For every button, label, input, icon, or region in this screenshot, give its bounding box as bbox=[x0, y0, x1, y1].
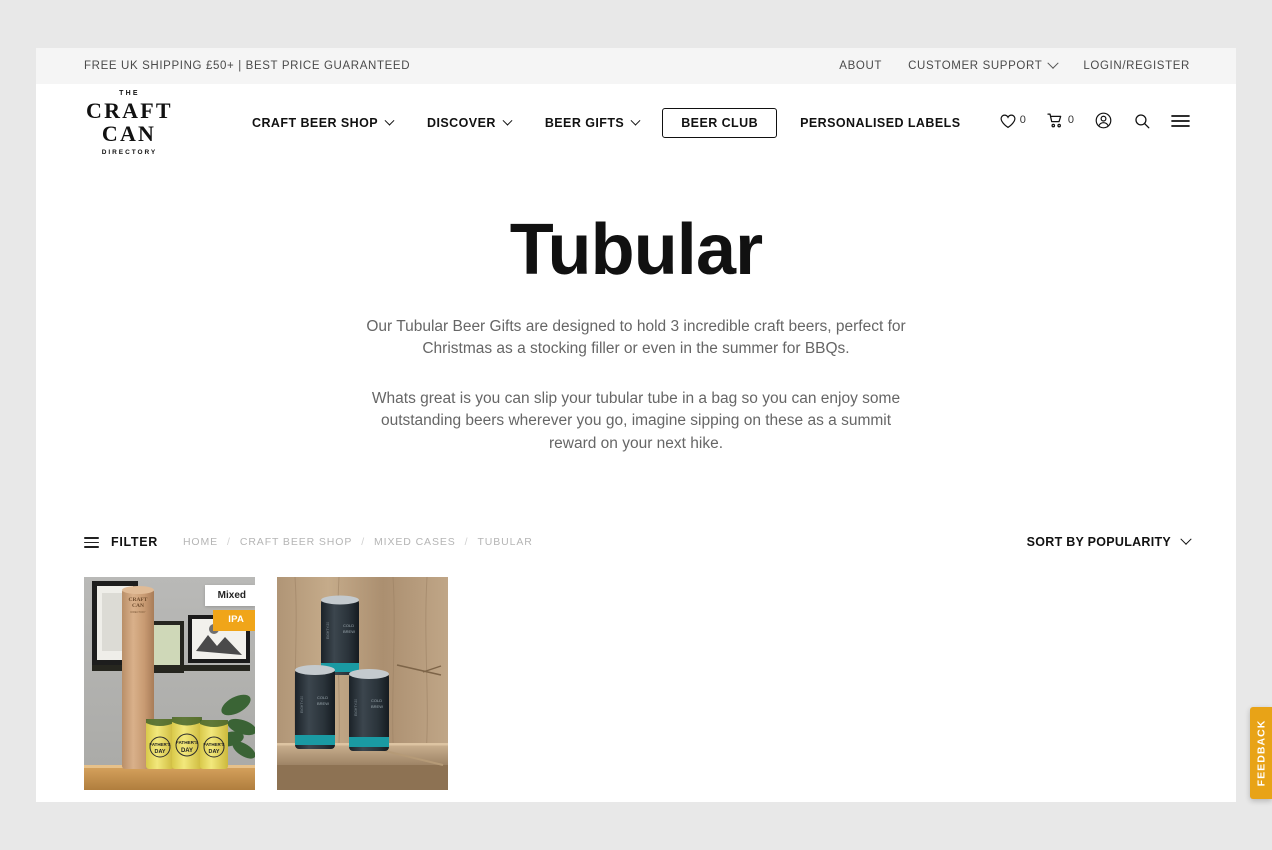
topbar-link-login-register[interactable]: LOGIN/REGISTER bbox=[1083, 60, 1190, 72]
feedback-tab[interactable]: FEEDBACK bbox=[1250, 707, 1272, 799]
svg-text:DIRECTORY: DIRECTORY bbox=[130, 610, 145, 614]
svg-text:DAY: DAY bbox=[181, 748, 193, 754]
svg-text:EIGHTY:20: EIGHTY:20 bbox=[326, 622, 330, 639]
site-header: THE CRAFT CAN DIRECTORY CRAFT BEER SHOP … bbox=[36, 84, 1236, 162]
product-thumbnail[interactable]: CRAFT CAN DIRECTORY FATHER'S DAY FATHER'… bbox=[84, 577, 255, 791]
site-logo[interactable]: THE CRAFT CAN DIRECTORY bbox=[84, 90, 172, 157]
wishlist-count: 0 bbox=[1019, 113, 1026, 126]
svg-text:DAY: DAY bbox=[155, 749, 166, 755]
nav-item-personalised-labels[interactable]: PERSONALISED LABELS bbox=[783, 116, 977, 130]
shop-toolbar: FILTER HOME / CRAFT BEER SHOP / MIXED CA… bbox=[36, 527, 1236, 557]
nav-item-discover-label: DISCOVER bbox=[427, 116, 496, 130]
breadcrumb-separator: / bbox=[227, 536, 231, 549]
svg-text:FATHER'S: FATHER'S bbox=[176, 740, 198, 745]
svg-text:COLD: COLD bbox=[343, 623, 354, 628]
filter-button[interactable]: FILTER bbox=[84, 535, 158, 549]
cart-count: 0 bbox=[1067, 113, 1074, 126]
category-description-1: Our Tubular Beer Gifts are designed to h… bbox=[366, 318, 906, 358]
utility-links: ABOUT CUSTOMER SUPPORT LOGIN/REGISTER bbox=[839, 57, 1190, 72]
breadcrumb-item-home[interactable]: HOME bbox=[183, 536, 218, 548]
topbar-link-customer-support-label: CUSTOMER SUPPORT bbox=[908, 60, 1043, 72]
feedback-tab-label: FEEDBACK bbox=[1255, 719, 1268, 787]
chevron-down-icon bbox=[1047, 57, 1060, 69]
nav-item-discover[interactable]: DISCOVER bbox=[410, 115, 528, 130]
topbar-link-login-register-label: LOGIN/REGISTER bbox=[1083, 60, 1190, 72]
topbar-link-about[interactable]: ABOUT bbox=[839, 60, 882, 72]
logo-line-can: CAN bbox=[101, 120, 157, 146]
breadcrumb-item-mixed-cases[interactable]: MIXED CASES bbox=[374, 536, 456, 548]
svg-text:FATHER'S: FATHER'S bbox=[149, 742, 170, 747]
breadcrumb: HOME / CRAFT BEER SHOP / MIXED CASES / T… bbox=[183, 536, 533, 548]
chevron-down-icon bbox=[630, 115, 641, 126]
product-thumbnail[interactable]: COLD BREW EIGHTY:20 COLD BREW EIGHTY:20 bbox=[277, 577, 448, 791]
svg-text:CAN: CAN bbox=[132, 603, 144, 609]
svg-text:EIGHTY:20: EIGHTY:20 bbox=[300, 696, 304, 713]
svg-text:BREW: BREW bbox=[343, 629, 355, 634]
sort-dropdown-label: SORT BY POPULARITY bbox=[1026, 535, 1171, 550]
svg-text:FATHER'S: FATHER'S bbox=[203, 742, 224, 747]
account-button[interactable] bbox=[1094, 111, 1113, 135]
nav-item-craft-beer-shop[interactable]: CRAFT BEER SHOP bbox=[252, 115, 410, 130]
cart-button[interactable]: 0 bbox=[1046, 111, 1074, 135]
svg-text:EIGHTY:20: EIGHTY:20 bbox=[354, 699, 358, 716]
top-utility-bar: FREE UK SHIPPING £50+ | BEST PRICE GUARA… bbox=[36, 48, 1236, 84]
topbar-link-customer-support[interactable]: CUSTOMER SUPPORT bbox=[908, 57, 1060, 72]
nav-item-personalised-labels-label: PERSONALISED LABELS bbox=[800, 116, 961, 130]
product-badge-ipa: IPA bbox=[213, 610, 255, 631]
shipping-promo-text: FREE UK SHIPPING £50+ | BEST PRICE GUARA… bbox=[84, 60, 411, 72]
svg-text:BREW: BREW bbox=[317, 701, 329, 706]
page-frame: FREE UK SHIPPING £50+ | BEST PRICE GUARA… bbox=[36, 48, 1236, 802]
chevron-down-icon bbox=[384, 115, 395, 126]
logo-line-the: THE bbox=[119, 89, 140, 97]
account-icon bbox=[1094, 111, 1113, 135]
filter-lines-icon bbox=[84, 536, 99, 548]
svg-text:COLD: COLD bbox=[317, 695, 328, 700]
nav-item-craft-beer-shop-label: CRAFT BEER SHOP bbox=[252, 116, 379, 130]
product-card[interactable]: CRAFT CAN DIRECTORY FATHER'S DAY FATHER'… bbox=[84, 577, 255, 802]
product-badge-mixed: Mixed bbox=[204, 585, 255, 607]
nav-item-beer-gifts[interactable]: BEER GIFTS bbox=[528, 115, 656, 130]
product-grid: CRAFT CAN DIRECTORY FATHER'S DAY FATHER'… bbox=[36, 577, 1236, 802]
breadcrumb-separator: / bbox=[361, 536, 366, 549]
svg-text:DAY: DAY bbox=[209, 749, 220, 755]
nav-item-beer-club[interactable]: BEER CLUB bbox=[662, 108, 778, 138]
logo-line-directory: DIRECTORY bbox=[101, 148, 158, 156]
hamburger-icon bbox=[1171, 114, 1190, 133]
main-navigation: CRAFT BEER SHOP DISCOVER BEER GIFTS BEER… bbox=[252, 108, 977, 138]
cart-icon bbox=[1046, 111, 1065, 135]
chevron-down-icon bbox=[1180, 533, 1192, 546]
fathers-day-tubular-photo: CRAFT CAN DIRECTORY FATHER'S DAY FATHER'… bbox=[84, 577, 255, 791]
filter-button-label: FILTER bbox=[111, 535, 158, 550]
header-icon-group: 0 0 bbox=[999, 111, 1190, 135]
search-icon bbox=[1133, 112, 1151, 135]
breadcrumb-item-craft-beer-shop[interactable]: CRAFT BEER SHOP bbox=[240, 536, 352, 548]
svg-text:BREW: BREW bbox=[371, 704, 383, 709]
category-description-2: Whats great is you can slip your tubular… bbox=[371, 389, 901, 452]
nav-item-beer-gifts-label: BEER GIFTS bbox=[544, 116, 625, 130]
search-button[interactable] bbox=[1133, 112, 1151, 135]
nav-item-beer-club-label: BEER CLUB bbox=[681, 116, 759, 130]
product-card[interactable]: COLD BREW EIGHTY:20 COLD BREW EIGHTY:20 bbox=[277, 577, 448, 802]
topbar-link-about-label: ABOUT bbox=[839, 60, 883, 72]
chevron-down-icon bbox=[502, 115, 513, 126]
page-title: Tubular bbox=[509, 210, 763, 290]
menu-button[interactable] bbox=[1171, 114, 1190, 133]
sort-dropdown[interactable]: SORT BY POPULARITY bbox=[1026, 533, 1192, 550]
wishlist-button[interactable]: 0 bbox=[999, 112, 1026, 135]
logo-line-craft: CRAFT bbox=[86, 97, 173, 123]
breadcrumb-separator: / bbox=[464, 536, 469, 549]
category-hero: Tubular Our Tubular Beer Gifts are desig… bbox=[36, 162, 1236, 455]
eighty20-cold-brew-cans-photo: COLD BREW EIGHTY:20 COLD BREW EIGHTY:20 bbox=[277, 577, 448, 791]
svg-text:COLD: COLD bbox=[371, 698, 382, 703]
breadcrumb-item-tubular[interactable]: TUBULAR bbox=[477, 536, 532, 548]
heart-icon bbox=[999, 112, 1017, 135]
